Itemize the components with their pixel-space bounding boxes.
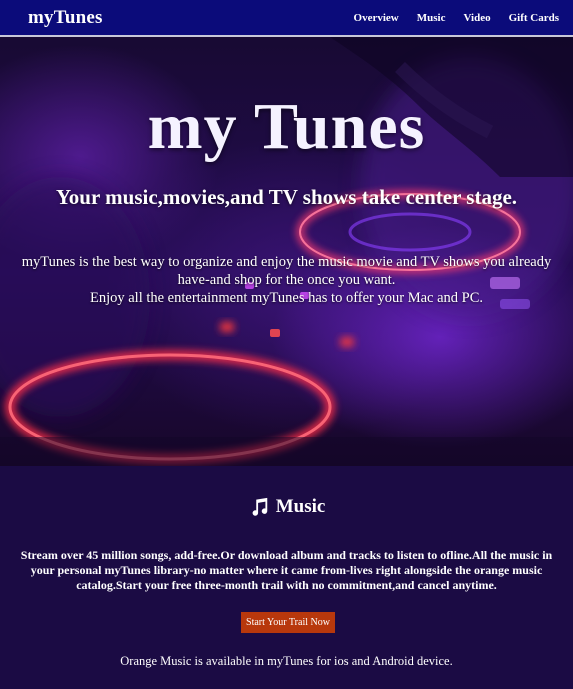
nav-link-overview[interactable]: Overview <box>354 12 399 24</box>
brand-logo[interactable]: myTunes <box>28 7 103 29</box>
top-navbar: myTunes Overview Music Video Gift Cards <box>0 0 573 37</box>
hero-description-line: myTunes is the best way to organize and … <box>21 254 552 270</box>
hero-description-line: Enjoy all the entertainment myTunes has … <box>89 290 484 306</box>
music-description: Stream over 45 million songs, add-free.O… <box>20 548 553 592</box>
nav-links: Overview Music Video Gift Cards <box>354 12 559 24</box>
hero-subtitle: Your music,movies,and TV shows take cent… <box>55 185 518 209</box>
hero-title: my Tunes <box>147 90 426 163</box>
music-heading: Music <box>0 496 573 518</box>
nav-link-music[interactable]: Music <box>417 12 446 24</box>
start-trial-button[interactable]: Start Your Trail Now <box>241 612 335 633</box>
music-section: Music Stream over 45 million songs, add-… <box>0 466 573 689</box>
music-availability-note: Orange Music is available in myTunes for… <box>120 654 453 668</box>
nav-link-video[interactable]: Video <box>463 12 490 24</box>
music-heading-label: Music <box>275 496 326 517</box>
hero-description-line: have-and shop for the once you want. <box>177 272 396 288</box>
hero-section: my Tunes Your music,movies,and TV shows … <box>0 37 573 466</box>
nav-link-gift-cards[interactable]: Gift Cards <box>509 12 559 24</box>
music-note-icon <box>252 497 267 516</box>
hero-description: myTunes is the best way to organize and … <box>0 253 573 307</box>
